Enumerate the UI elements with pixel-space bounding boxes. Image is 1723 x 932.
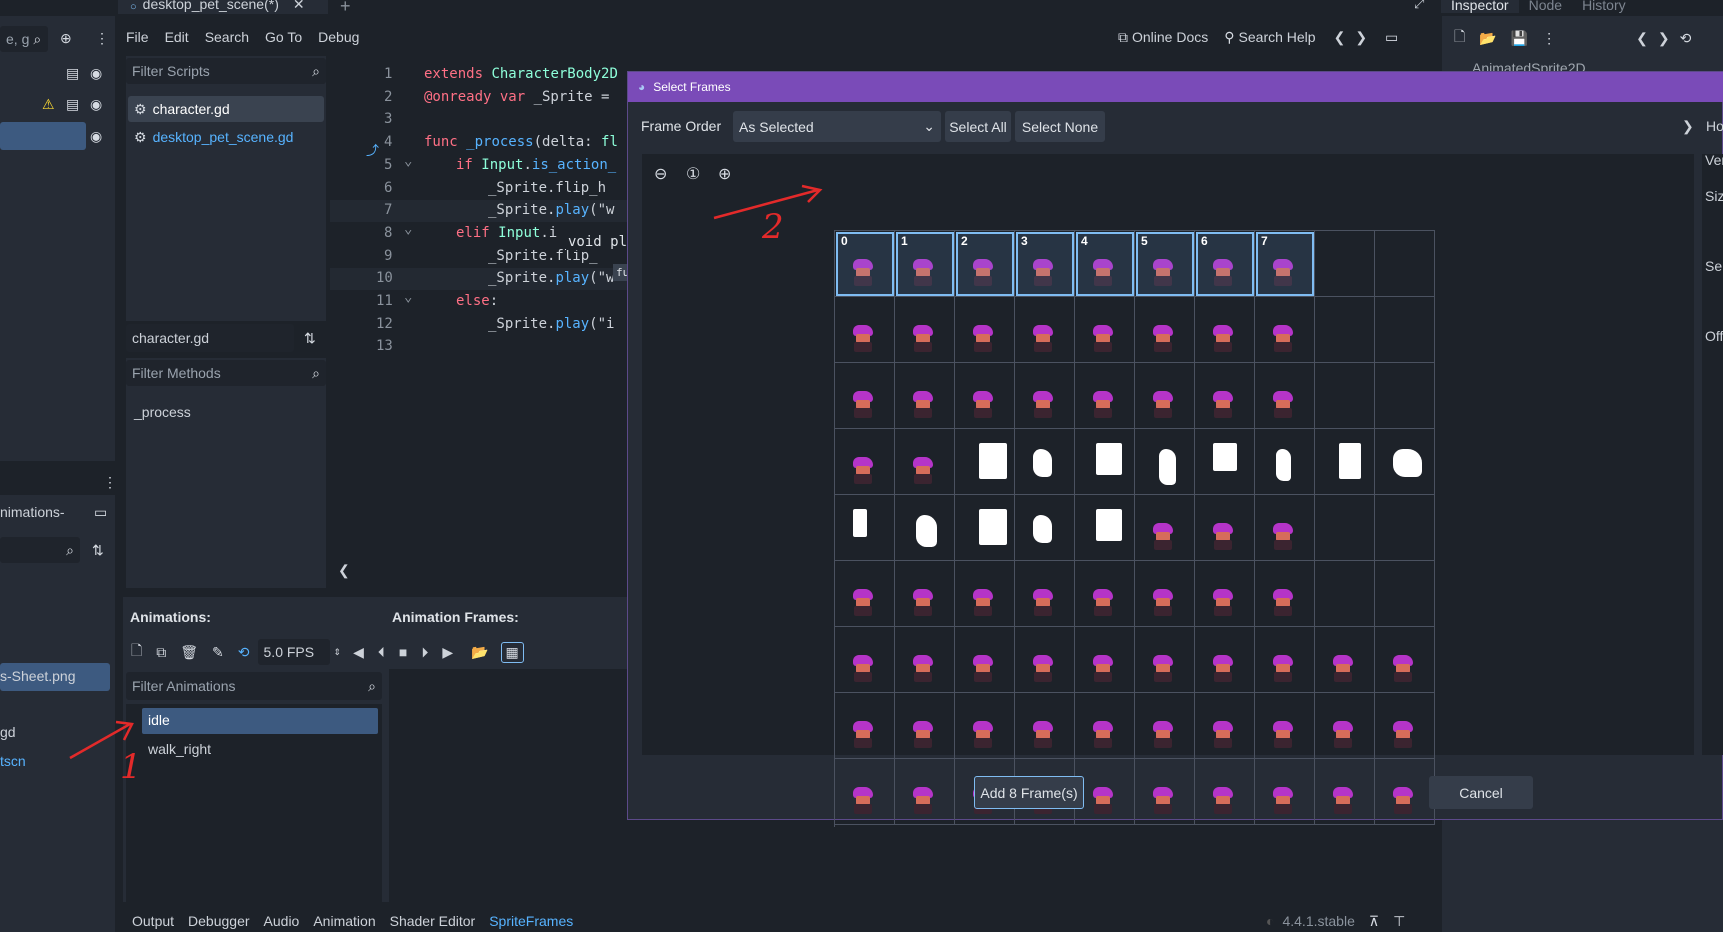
annotation-label-1: 1	[120, 747, 142, 787]
annotation-label-2: 2	[761, 207, 784, 247]
annotation-overlay: 1 2	[69, 184, 823, 787]
